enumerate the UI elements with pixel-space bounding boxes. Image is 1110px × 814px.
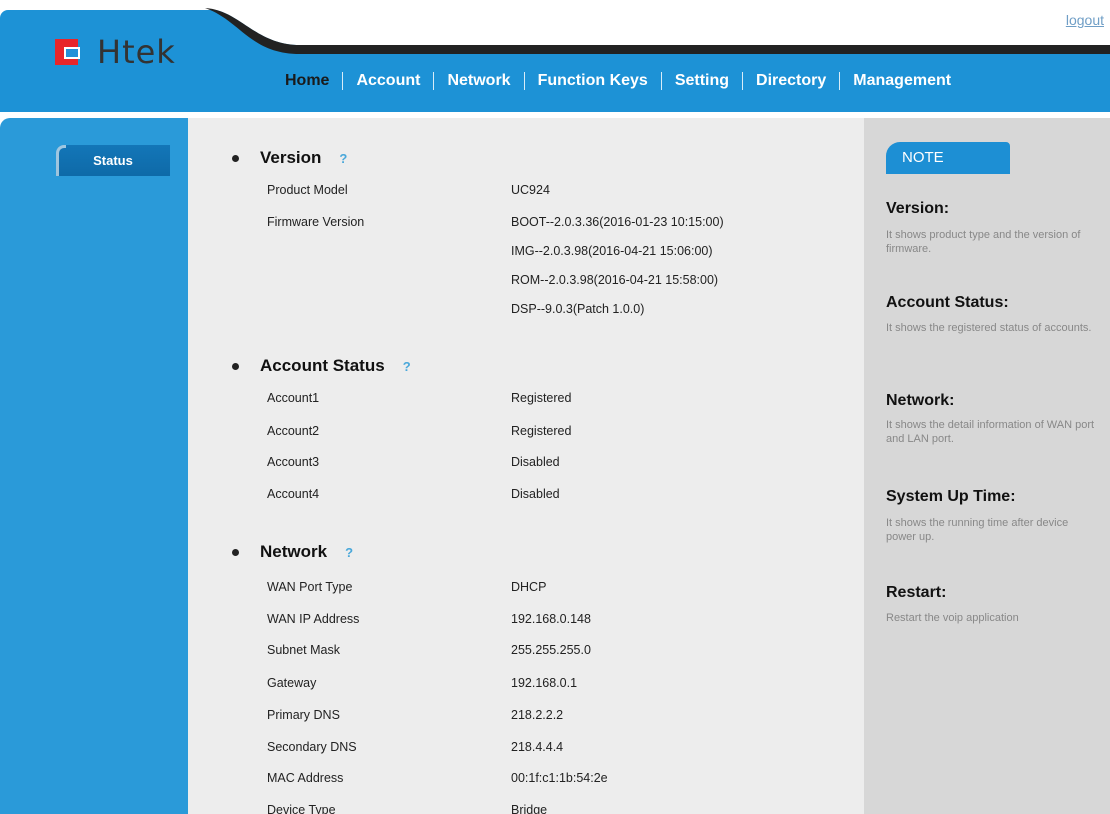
row-label: Primary DNS [267, 708, 340, 722]
row-value: Registered [511, 424, 572, 438]
row-label: Product Model [267, 183, 348, 197]
sidebar: Status [0, 118, 188, 814]
nav-network[interactable]: Network [434, 72, 523, 90]
note-text: It shows the detail information of WAN p… [886, 419, 1095, 445]
logout-link[interactable]: logout [1066, 12, 1104, 28]
row-value: UC924 [511, 183, 550, 197]
section-title: Network [260, 542, 328, 561]
row-value: Registered [511, 391, 572, 405]
status-content: Version ? Product Model UC924 Firmware V… [188, 118, 864, 814]
note-heading: System Up Time: [886, 488, 1016, 505]
row-label: WAN Port Type [267, 580, 353, 594]
logo-text: Htek [97, 33, 176, 71]
row-value: 255.255.255.0 [511, 643, 591, 657]
row-label: MAC Address [267, 771, 344, 785]
section-title: Version [260, 148, 322, 167]
nav-function-keys[interactable]: Function Keys [525, 72, 661, 90]
row-value: Disabled [511, 487, 560, 501]
row-value: Disabled [511, 455, 560, 469]
section-account-status: Account Status ? [232, 356, 411, 376]
htek-logo: Htek [55, 33, 176, 71]
note-heading: Account Status: [886, 294, 1009, 311]
row-value: DHCP [511, 580, 547, 594]
row-value: 218.4.4.4 [511, 740, 564, 754]
nav-account[interactable]: Account [343, 72, 433, 90]
note-text: Restart the voip application [886, 612, 1019, 624]
row-label: Firmware Version [267, 215, 365, 229]
section-network: Network ? [232, 542, 353, 562]
row-value: DSP--9.0.3(Patch 1.0.0) [511, 302, 645, 316]
row-value: 00:1f:c1:1b:54:2e [511, 771, 608, 785]
section-version: Version ? [232, 148, 347, 168]
row-label: Account3 [267, 455, 320, 469]
row-label: Account4 [267, 487, 320, 501]
nav-management[interactable]: Management [840, 72, 964, 90]
help-icon[interactable]: ? [345, 545, 353, 560]
section-title: Account Status [260, 356, 385, 375]
main-nav: Home Account Network Function Keys Setti… [272, 70, 964, 92]
row-value: 218.2.2.2 [511, 708, 564, 722]
row-label: WAN IP Address [267, 612, 360, 626]
row-value: Bridge [511, 803, 548, 814]
note-heading: Restart: [886, 584, 947, 601]
nav-home[interactable]: Home [272, 72, 342, 90]
nav-setting[interactable]: Setting [662, 72, 742, 90]
note-text: It shows product type and the version of… [886, 229, 1081, 255]
tab-notch-icon [56, 145, 66, 176]
row-value: ROM--2.0.3.98(2016-04-21 15:58:00) [511, 273, 719, 287]
note-text: It shows the registered status of accoun… [886, 322, 1092, 334]
nav-directory[interactable]: Directory [743, 72, 839, 90]
bullet-icon [232, 548, 239, 556]
row-label: Gateway [267, 676, 317, 690]
help-icon[interactable]: ? [339, 151, 347, 166]
row-value: IMG--2.0.3.98(2016-04-21 15:06:00) [511, 244, 713, 258]
row-label: Account2 [267, 424, 320, 438]
note-panel: NOTE Version: It shows product type and … [864, 118, 1110, 814]
help-icon[interactable]: ? [403, 359, 411, 374]
note-heading: Version: [886, 200, 950, 217]
row-label: Secondary DNS [267, 740, 357, 754]
row-value: 192.168.0.1 [511, 676, 578, 690]
note-text: It shows the running time after device p… [886, 517, 1069, 543]
bullet-icon [232, 362, 239, 370]
row-label: Device Type [267, 803, 336, 814]
logo-mark-icon [55, 39, 93, 65]
note-tab: NOTE [886, 142, 1010, 174]
note-heading: Network: [886, 392, 955, 409]
sidebar-item-label: Status [93, 153, 133, 168]
row-value: BOOT--2.0.3.36(2016-01-23 10:15:00) [511, 215, 724, 229]
bullet-icon [232, 154, 239, 162]
header: Htek logout Home Account Network Functio… [0, 0, 1110, 112]
row-value: 192.168.0.148 [511, 612, 591, 626]
row-label: Subnet Mask [267, 643, 340, 657]
row-label: Account1 [267, 391, 320, 405]
sidebar-item-status[interactable]: Status [56, 145, 170, 176]
